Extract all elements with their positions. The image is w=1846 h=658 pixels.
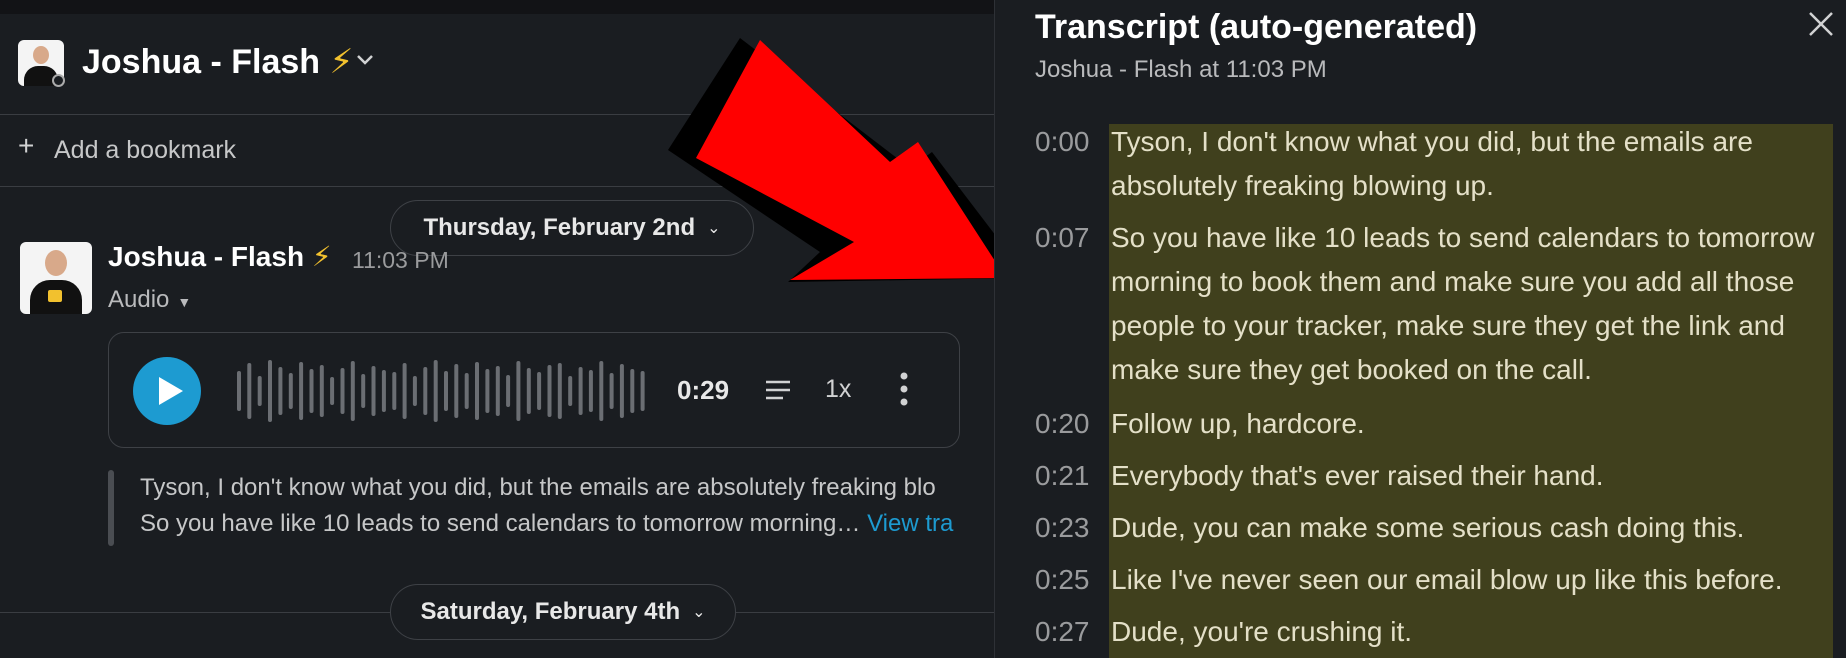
waveform-bar (599, 361, 604, 421)
waveform-bar (350, 361, 355, 421)
waveform-bar (464, 373, 469, 409)
transcript-timestamp[interactable]: 0:20 (1035, 408, 1090, 440)
transcript-preview-bar (108, 470, 114, 546)
message-avatar[interactable] (20, 242, 92, 314)
waveform-bar (619, 364, 624, 418)
caret-down-icon: ▼ (177, 294, 192, 310)
presence-status-icon (52, 74, 65, 87)
waveform-bar (361, 374, 366, 408)
waveform-bar (278, 367, 283, 415)
waveform-bar (247, 363, 252, 419)
waveform-bar (537, 372, 542, 410)
lightning-emoji: ⚡ (311, 241, 332, 272)
message-sender[interactable]: Joshua - Flash ⚡ (108, 240, 332, 273)
message-timestamp[interactable]: 11:03 PM (352, 247, 449, 274)
waveform-bar (288, 373, 293, 409)
waveform-bar (257, 376, 262, 406)
waveform-bar (588, 370, 593, 412)
waveform-bar (444, 371, 448, 411)
waveform-bar (423, 367, 428, 415)
transcript-line: Dude, you can make some serious cash doi… (1111, 512, 1745, 543)
channel-title-text: Joshua - Flash (82, 43, 321, 81)
panel-title: Transcript (auto-generated) (1035, 8, 1478, 46)
chevron-down-icon[interactable] (356, 54, 374, 66)
waveform-bar (495, 366, 500, 416)
more-vertical-icon[interactable] (899, 371, 909, 407)
transcript-timestamp[interactable]: 0:07 (1035, 222, 1090, 254)
waveform-bar (516, 361, 521, 421)
audio-player: 0:29 1x (108, 332, 960, 448)
avatar-head (33, 46, 49, 64)
waveform-bar (640, 371, 645, 411)
lightning-emoji: ⚡ (329, 43, 354, 81)
audio-type-label: Audio (108, 286, 170, 313)
waveform-bar (237, 371, 241, 411)
audio-duration: 0:29 (677, 375, 730, 405)
panel-subtitle: Joshua - Flash at 11:03 PM (1035, 56, 1327, 83)
transcript-timestamp[interactable]: 0:21 (1035, 460, 1090, 492)
waveform-bar (568, 376, 573, 406)
waveform-bar (526, 368, 531, 414)
preview-line-2-text: So you have like 10 leads to send calend… (140, 510, 868, 537)
transcript-line: Dude, you're crushing it. (1111, 616, 1413, 647)
chevron-down-icon: ⌄ (692, 604, 706, 621)
waveform-bar (547, 365, 552, 417)
transcript-line: Like I've never seen our email blow up l… (1111, 564, 1783, 595)
waveform-scrubber[interactable] (235, 355, 649, 427)
waveform-bar (506, 375, 511, 407)
transcript-timestamp[interactable]: 0:00 (1035, 126, 1090, 158)
waveform-bar (433, 360, 438, 422)
waveform-bar (330, 377, 335, 405)
close-icon[interactable] (1807, 10, 1835, 38)
transcript-panel: Transcript (auto-generated) Joshua - Fla… (994, 0, 1846, 658)
audio-type-toggle[interactable]: Audio ▼ (108, 286, 191, 314)
waveform-bar (578, 367, 583, 415)
transcript-timestamp[interactable]: 0:23 (1035, 512, 1090, 544)
preview-line-2: So you have like 10 leads to send calend… (140, 506, 953, 542)
waveform-bar (402, 363, 407, 419)
play-button[interactable] (133, 357, 201, 425)
transcript-timestamp[interactable]: 0:27 (1035, 616, 1090, 648)
date-label: Saturday, February 4th (420, 598, 681, 625)
date-divider-saturday[interactable]: Saturday, February 4th ⌄ (390, 584, 736, 640)
waveform-bar (309, 369, 314, 413)
transcript-preview: Tyson, I don't know what you did, but th… (140, 470, 953, 542)
top-strip (0, 0, 994, 14)
waveform-bar (340, 368, 345, 414)
waveform-bar (475, 362, 479, 420)
avatar-logo (48, 290, 62, 302)
waveform-bar (630, 369, 635, 413)
waveform-bar (609, 373, 614, 409)
transcript-line: Tyson, I don't know what you did, but th… (1111, 126, 1753, 201)
lines-icon[interactable] (763, 375, 793, 405)
waveform-bar (268, 360, 272, 422)
playback-speed-button[interactable]: 1x (825, 375, 851, 404)
transcript-timestamp[interactable]: 0:25 (1035, 564, 1090, 596)
waveform-bar (319, 365, 324, 417)
transcript-line: Everybody that's ever raised their hand. (1111, 460, 1604, 491)
waveform-bar (392, 372, 397, 410)
waveform-bar (381, 370, 386, 412)
avatar-head (45, 250, 67, 276)
transcript-line: Follow up, hardcore. (1111, 408, 1365, 439)
waveform-bar (454, 364, 459, 418)
plus-icon[interactable]: + (18, 130, 34, 162)
transcript-line: So you have like 10 leads to send calend… (1111, 222, 1815, 385)
waveform-bar (485, 369, 490, 413)
channel-title[interactable]: Joshua - Flash ⚡ (82, 42, 353, 82)
waveform-bar (299, 362, 304, 420)
waveform-bar (557, 363, 562, 419)
preview-line-1: Tyson, I don't know what you did, but th… (140, 474, 936, 501)
waveform-bar (412, 376, 417, 406)
play-icon (159, 377, 183, 405)
add-bookmark-button[interactable]: Add a bookmark (54, 136, 236, 165)
waveform-bar (371, 366, 376, 416)
sender-name: Joshua - Flash (108, 241, 305, 272)
view-transcript-link[interactable]: View tra (867, 510, 953, 537)
